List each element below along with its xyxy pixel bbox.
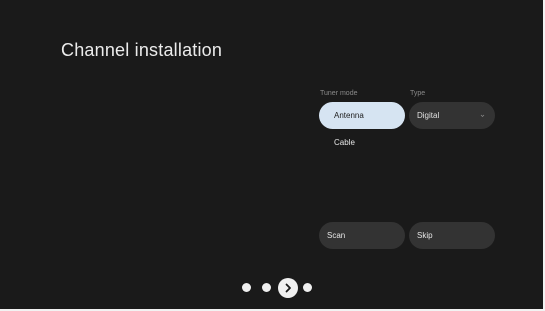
type-label: Type (410, 90, 426, 97)
step-indicator (240, 278, 320, 298)
step-dot-1 (242, 283, 251, 292)
chevron-down-icon (480, 114, 485, 118)
tv-screen: Channel installation Tuner mode Type Ant… (0, 0, 545, 311)
step-dot-4 (303, 283, 312, 292)
skip-button[interactable]: Skip (409, 222, 495, 249)
chevron-right-icon (285, 283, 291, 293)
page-title: Channel installation (61, 40, 223, 60)
step-dot-2 (262, 283, 271, 292)
skip-button-label: Skip (417, 231, 433, 240)
tuner-option-cable-label: Cable (334, 138, 355, 147)
tuner-mode-label: Tuner mode (320, 90, 358, 97)
type-select-value: Digital (417, 111, 440, 120)
tuner-option-cable[interactable]: Cable (334, 138, 355, 147)
type-select[interactable]: Digital (409, 102, 495, 129)
next-button[interactable] (278, 278, 298, 298)
scan-button[interactable]: Scan (319, 222, 405, 249)
tuner-option-antenna[interactable]: Antenna (319, 102, 405, 129)
scan-button-label: Scan (327, 231, 346, 240)
tuner-option-antenna-label: Antenna (334, 111, 364, 120)
